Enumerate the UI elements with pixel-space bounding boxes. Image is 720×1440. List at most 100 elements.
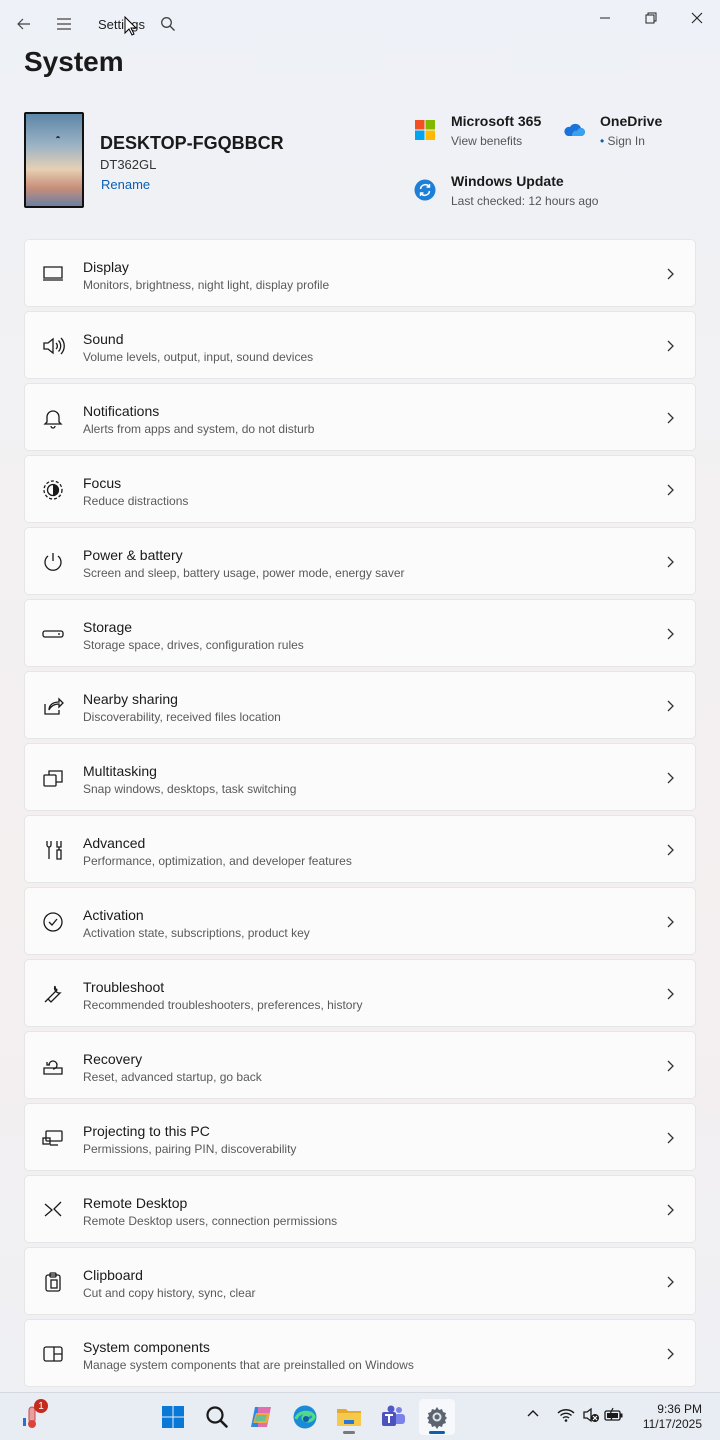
- power-icon: [41, 550, 65, 574]
- settings-item-recovery[interactable]: Recovery Reset, advanced startup, go back: [24, 1031, 696, 1099]
- hamburger-icon: [57, 18, 71, 30]
- search-button[interactable]: [152, 8, 184, 40]
- onedrive-subtitle[interactable]: Sign In: [608, 134, 645, 148]
- settings-item-description: Snap windows, desktops, task switching: [83, 782, 297, 796]
- start-button[interactable]: [155, 1399, 191, 1435]
- page-title: System: [24, 46, 124, 77]
- settings-item-projecting-to-this-pc[interactable]: Projecting to this PC Permissions, pairin…: [24, 1103, 696, 1171]
- settings-item-nearby-sharing[interactable]: Nearby sharing Discoverability, received …: [24, 671, 696, 739]
- settings-item-remote-desktop[interactable]: Remote Desktop Remote Desktop users, conn…: [24, 1175, 696, 1243]
- settings-item-description: Discoverability, received files location: [83, 710, 281, 724]
- restore-icon: [645, 12, 657, 24]
- chevron-right-icon: [667, 1204, 674, 1216]
- device-name: DESKTOP-FGQBBCR: [100, 133, 284, 153]
- folder-icon: [337, 1409, 361, 1426]
- settings-item-power-battery[interactable]: Power & battery Screen and sleep, battery…: [24, 527, 696, 595]
- checkmark-circle-icon: [41, 910, 65, 934]
- settings-item-title: Activation: [83, 907, 144, 923]
- settings-item-multitasking[interactable]: Multitasking Snap windows, desktops, task…: [24, 743, 696, 811]
- settings-item-title: Power & battery: [83, 547, 183, 563]
- settings-item-description: Manage system components that are preins…: [83, 1358, 414, 1372]
- settings-item-description: Remote Desktop users, connection permiss…: [83, 1214, 338, 1228]
- battery-status[interactable]: [604, 1407, 624, 1423]
- rename-link[interactable]: Rename: [101, 177, 150, 192]
- copilot-icon: [251, 1407, 271, 1427]
- chevron-right-icon: [667, 628, 674, 640]
- settings-item-notifications[interactable]: Notifications Alerts from apps and system…: [24, 383, 696, 451]
- chevron-right-icon: [667, 268, 674, 280]
- file-explorer-button[interactable]: [331, 1399, 367, 1435]
- microsoft-365-promo[interactable]: Microsoft 365 View benefits: [451, 113, 541, 148]
- status-dot-icon: •: [600, 134, 605, 148]
- system-clock[interactable]: 9:36 PM 11/17/2025: [643, 1402, 702, 1432]
- settings-item-focus[interactable]: Focus Reduce distractions: [24, 455, 696, 523]
- chevron-right-icon: [667, 340, 674, 352]
- settings-item-display[interactable]: Display Monitors, brightness, night light…: [24, 239, 696, 307]
- settings-item-description: Permissions, pairing PIN, discoverabilit…: [83, 1142, 297, 1156]
- share-icon: [41, 694, 65, 718]
- copilot-button[interactable]: [243, 1399, 279, 1435]
- onedrive-cloud-icon: [563, 122, 585, 138]
- settings-item-title: System components: [83, 1339, 210, 1355]
- chevron-right-icon: [667, 700, 674, 712]
- chevron-up-icon: [527, 1410, 539, 1417]
- teams-button[interactable]: [375, 1399, 411, 1435]
- settings-item-description: Recommended troubleshooters, preferences…: [83, 998, 363, 1012]
- settings-item-activation[interactable]: Activation Activation state, subscription…: [24, 887, 696, 955]
- settings-item-description: Activation state, subscriptions, product…: [83, 926, 310, 940]
- menu-button[interactable]: [48, 8, 80, 40]
- windows-update-icon: [414, 179, 436, 201]
- restore-button[interactable]: [628, 4, 674, 32]
- onedrive-title: OneDrive: [600, 113, 663, 129]
- close-icon: [691, 12, 703, 24]
- remote-desktop-icon: [41, 1198, 65, 1222]
- minimize-icon: [600, 17, 610, 19]
- windows-update-title: Windows Update: [451, 173, 564, 189]
- components-icon: [41, 1342, 65, 1366]
- onedrive-signin[interactable]: • Sign In: [600, 134, 662, 148]
- settings-item-description: Cut and copy history, sync, clear: [83, 1286, 256, 1300]
- chevron-right-icon: [667, 484, 674, 496]
- settings-item-description: Alerts from apps and system, do not dist…: [83, 422, 315, 436]
- clock-date: 11/17/2025: [642, 1417, 702, 1431]
- chevron-right-icon: [667, 916, 674, 928]
- wrench-icon: [41, 982, 65, 1006]
- show-hidden-icons-button[interactable]: [526, 1407, 540, 1421]
- settings-item-system-components[interactable]: System components Manage system component…: [24, 1319, 696, 1387]
- settings-item-sound[interactable]: Sound Volume levels, output, input, sound…: [24, 311, 696, 379]
- close-button[interactable]: [674, 4, 720, 32]
- settings-item-description: Volume levels, output, input, sound devi…: [83, 350, 314, 364]
- edge-browser-icon: [293, 1405, 317, 1429]
- running-indicator: [343, 1431, 355, 1434]
- taskbar-search-button[interactable]: [199, 1399, 235, 1435]
- onedrive-promo[interactable]: OneDrive • Sign In: [600, 113, 662, 148]
- settings-item-title: Notifications: [83, 403, 160, 419]
- active-app-indicator: [429, 1431, 445, 1434]
- mouse-cursor-icon: [124, 16, 138, 36]
- settings-app-button[interactable]: [419, 1399, 455, 1435]
- settings-item-advanced[interactable]: Advanced Performance, optimization, and d…: [24, 815, 696, 883]
- minimize-button[interactable]: [582, 4, 628, 32]
- settings-item-storage[interactable]: Storage Storage space, drives, configurat…: [24, 599, 696, 667]
- back-button[interactable]: [8, 8, 40, 40]
- chevron-right-icon: [667, 772, 674, 784]
- widgets-button[interactable]: 1: [14, 1399, 50, 1435]
- settings-item-title: Sound: [83, 331, 124, 347]
- chevron-right-icon: [667, 1060, 674, 1072]
- search-icon: [161, 17, 175, 31]
- speaker-icon: [41, 334, 65, 358]
- multitasking-icon: [41, 766, 65, 790]
- microsoft-365-subtitle[interactable]: View benefits: [451, 134, 541, 148]
- windows-update-promo[interactable]: Windows Update Last checked: 12 hours ag…: [451, 173, 598, 208]
- edge-browser-button[interactable]: [287, 1399, 323, 1435]
- settings-item-clipboard[interactable]: Clipboard Cut and copy history, sync, cle…: [24, 1247, 696, 1315]
- volume-status[interactable]: [582, 1407, 600, 1423]
- chevron-right-icon: [667, 1276, 674, 1288]
- settings-list: Display Monitors, brightness, night light…: [24, 239, 696, 1391]
- storage-icon: [41, 622, 65, 646]
- notification-badge: 1: [34, 1399, 48, 1413]
- network-status[interactable]: [557, 1407, 575, 1423]
- wifi-icon: [557, 1409, 575, 1422]
- settings-item-description: Screen and sleep, battery usage, power m…: [83, 566, 405, 580]
- settings-item-troubleshoot[interactable]: Troubleshoot Recommended troubleshooters,…: [24, 959, 696, 1027]
